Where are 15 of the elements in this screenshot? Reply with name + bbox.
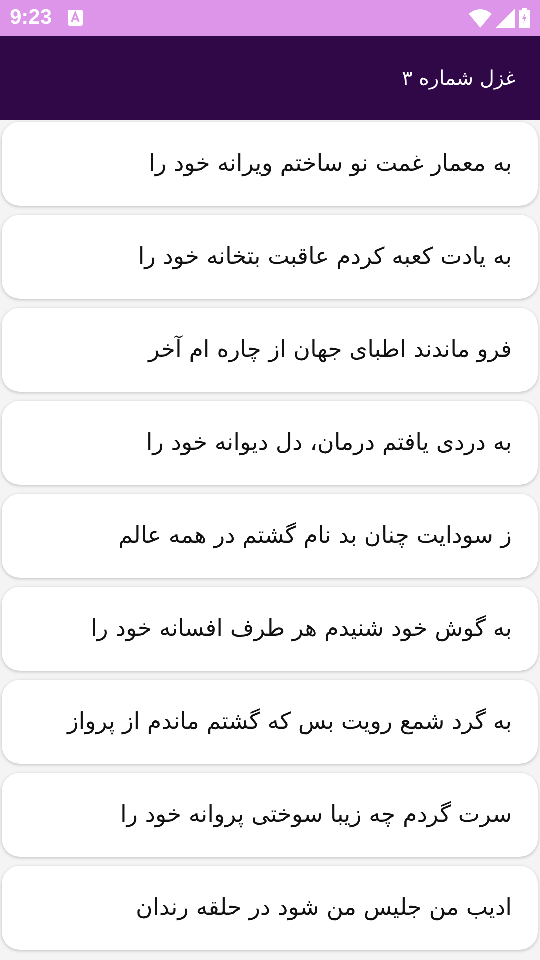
battery-icon: [519, 8, 530, 28]
status-time: 9:23: [10, 5, 52, 32]
notification-icon: [68, 10, 84, 26]
verse-card[interactable]: به گرد شمع رویت بس که گشتم ماندم از پرواز: [2, 680, 538, 764]
verse-card[interactable]: به گوش خود شنیدم هر طرف افسانه خود را: [2, 587, 538, 671]
verse-card[interactable]: ادیب من جلیس من شود در حلقه رندان: [2, 866, 538, 950]
app-bar-title: غزل شماره ۳: [402, 65, 516, 92]
wifi-icon: [469, 8, 492, 28]
verse-card[interactable]: سرت گردم چه زیبا سوختی پروانه خود را: [2, 773, 538, 857]
verse-card[interactable]: به یادت کعبه کردم عاقبت بتخانه خود را: [2, 215, 538, 299]
verse-card[interactable]: به معمار غمت نو ساختم ویرانه خود را: [2, 122, 538, 206]
verse-card[interactable]: ز سودایت چنان بد نام گشتم در همه عالم: [2, 494, 538, 578]
verse-card[interactable]: فرو ماندند اطبای جهان از چاره ام آخر: [2, 308, 538, 392]
verse-card[interactable]: به دردی یافتم درمان، دل دیوانه خود را: [2, 401, 538, 485]
signal-icon: [496, 8, 515, 28]
